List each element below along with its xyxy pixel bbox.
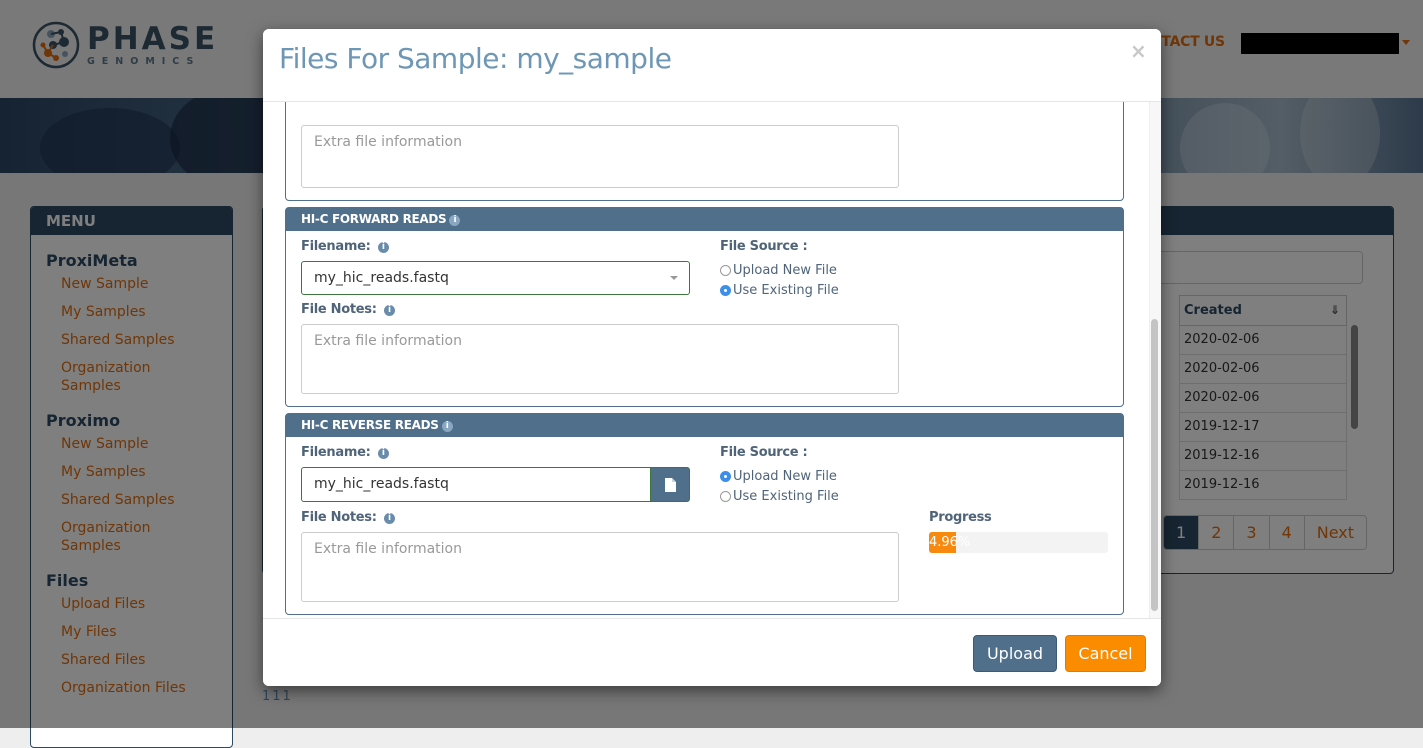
- info-icon[interactable]: i: [383, 513, 395, 524]
- file-notes-textarea[interactable]: Extra file information: [301, 532, 899, 602]
- filename-select[interactable]: my_hic_reads.fastq: [301, 261, 690, 295]
- file-notes-textarea[interactable]: Extra file information: [301, 125, 899, 188]
- modal-body: Extra file information HI-C FORWARD READ…: [263, 102, 1161, 618]
- file-section-hic-reverse-reads: HI-C REVERSE READS i Filename: i my_hic_r…: [285, 413, 1124, 615]
- info-icon[interactable]: i: [383, 305, 395, 316]
- radio-button[interactable]: [720, 265, 731, 276]
- radio-use-existing-file[interactable]: Use Existing File: [720, 283, 839, 298]
- cancel-button[interactable]: Cancel: [1065, 635, 1146, 672]
- file-notes-textarea[interactable]: Extra file information: [301, 324, 899, 394]
- radio-label: Use Existing File: [733, 489, 839, 504]
- file-notes-label-text: File Notes:: [301, 302, 377, 317]
- section-title: HI-C REVERSE READS: [301, 418, 439, 432]
- radio-label: Upload New File: [733, 469, 837, 484]
- files-for-sample-modal: Files For Sample: my_sample × Extra file…: [263, 29, 1161, 686]
- modal-footer: Upload Cancel: [263, 618, 1161, 686]
- close-icon[interactable]: ×: [1130, 39, 1147, 63]
- file-source-label: File Source :: [720, 239, 808, 254]
- modal-title: Files For Sample: my_sample: [279, 42, 672, 75]
- filename-label: Filename: i: [301, 445, 389, 460]
- section-title: HI-C FORWARD READS: [301, 212, 447, 226]
- chevron-down-icon: [670, 276, 678, 280]
- file-icon: [664, 477, 676, 492]
- file-source-label: File Source :: [720, 445, 808, 460]
- section-header: HI-C FORWARD READS i: [286, 208, 1123, 231]
- modal-header: Files For Sample: my_sample ×: [263, 29, 1161, 102]
- filename-label-text: Filename:: [301, 445, 371, 460]
- radio-button[interactable]: [720, 491, 731, 502]
- info-icon[interactable]: i: [377, 242, 389, 253]
- filename-label: Filename: i: [301, 239, 389, 254]
- info-icon[interactable]: i: [377, 448, 389, 459]
- filename-label-text: Filename:: [301, 239, 371, 254]
- filename-input[interactable]: my_hic_reads.fastq: [301, 467, 650, 502]
- radio-upload-new-file[interactable]: Upload New File: [720, 469, 837, 484]
- progress-label: Progress: [929, 510, 992, 525]
- progress-text: 4.96%: [929, 535, 971, 550]
- file-notes-label: File Notes: i: [301, 510, 395, 525]
- browse-file-button[interactable]: [650, 467, 690, 502]
- file-section-hic-forward-reads: HI-C FORWARD READS i Filename: i my_hic_r…: [285, 207, 1124, 407]
- radio-use-existing-file[interactable]: Use Existing File: [720, 489, 839, 504]
- radio-label: Use Existing File: [733, 283, 839, 298]
- radio-label: Upload New File: [733, 263, 837, 278]
- section-header: HI-C REVERSE READS i: [286, 414, 1123, 437]
- upload-button[interactable]: Upload: [973, 635, 1057, 672]
- radio-button-checked[interactable]: [720, 471, 731, 482]
- radio-upload-new-file[interactable]: Upload New File: [720, 263, 837, 278]
- file-notes-label-text: File Notes:: [301, 510, 377, 525]
- info-icon[interactable]: i: [449, 215, 461, 226]
- modal-scrollbar-thumb[interactable]: [1151, 319, 1158, 611]
- info-icon[interactable]: i: [441, 421, 453, 432]
- upload-progress: 4.96%: [929, 532, 1108, 553]
- filename-select-value: my_hic_reads.fastq: [314, 270, 449, 286]
- file-section-previous: Extra file information: [285, 102, 1124, 201]
- radio-button-checked[interactable]: [720, 285, 731, 296]
- file-notes-label: File Notes: i: [301, 302, 395, 317]
